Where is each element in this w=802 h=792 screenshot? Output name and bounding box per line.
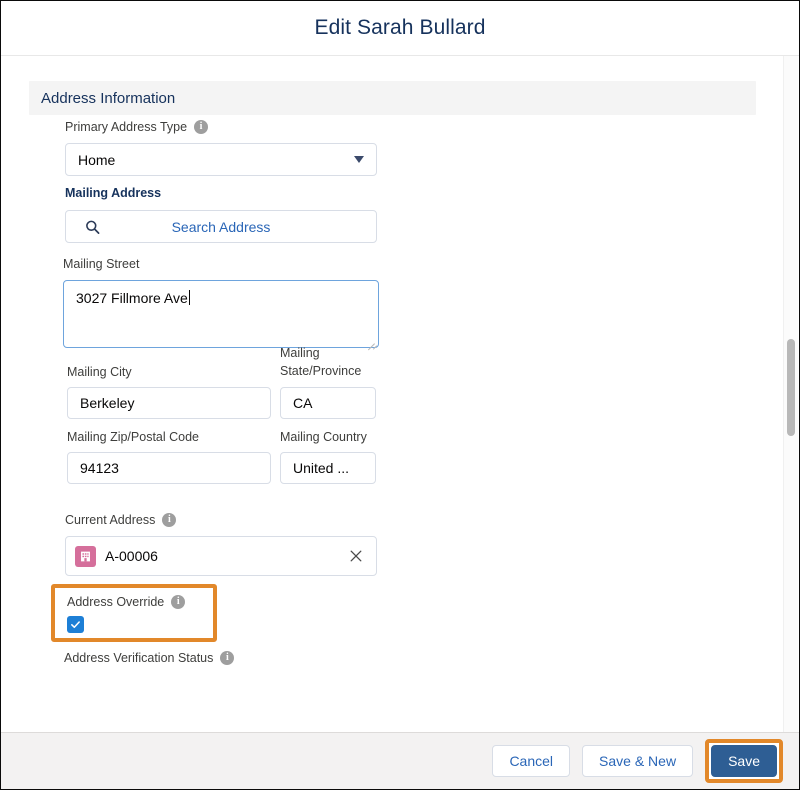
search-icon [85,219,100,234]
address-verification-status-label: Address Verification Status i [64,650,235,666]
address-verification-status-label-text: Address Verification Status [64,651,214,665]
primary-address-type-select[interactable]: Home [65,143,377,176]
primary-address-type-label: Primary Address Type i [65,119,377,135]
mailing-country-input[interactable]: United ... [280,452,376,484]
mailing-zip-label: Mailing Zip/Postal Code [67,429,271,445]
field-mailing-state: Mailing State/Province CA [280,344,376,419]
mailing-country-label: Mailing Country [280,429,376,445]
field-address-override: Address Override i [55,588,213,633]
info-icon[interactable]: i [220,651,235,665]
info-icon[interactable]: i [162,513,177,527]
mailing-state-label-line1: Mailing [280,346,320,360]
current-address-value: A-00006 [105,548,158,564]
info-icon[interactable]: i [194,120,209,134]
address-override-label-text: Address Override [67,595,165,609]
current-address-label: Current Address i [65,512,377,528]
field-mailing-city: Mailing City Berkeley [67,364,271,419]
search-address-label: Search Address [171,218,271,235]
page-title: Edit Sarah Bullard [314,16,486,39]
address-override-highlight: Address Override i [51,584,217,642]
mailing-city-label-text: Mailing City [67,365,132,379]
primary-address-type-label-text: Primary Address Type [65,120,188,134]
building-icon [75,545,96,567]
mailing-city-value: Berkeley [80,395,135,411]
mailing-street-label-text: Mailing Street [63,257,140,271]
vertical-scrollbar[interactable] [783,56,798,732]
text-cursor [188,290,190,305]
field-mailing-country: Mailing Country United ... [280,429,376,484]
field-mailing-street: Mailing Street 3027 Fillmore Ave [63,256,379,351]
field-address-verification-status: Address Verification Status i [64,650,235,666]
mailing-state-input[interactable]: CA [280,387,376,419]
modal-header: Edit Sarah Bullard [1,1,799,56]
mailing-street-value: 3027 Fillmore Ave [76,290,188,306]
info-icon[interactable]: i [171,595,186,609]
close-icon[interactable] [348,548,364,564]
section-title: Address Information [41,89,176,107]
mailing-country-value: United ... [293,460,350,476]
mailing-city-input[interactable]: Berkeley [67,387,271,419]
search-address-button[interactable]: Search Address [65,210,377,243]
modal-footer: Cancel Save & New Save [1,732,799,789]
field-primary-address-type: Primary Address Type i Home [65,119,377,176]
save-button[interactable]: Save [711,745,777,777]
mailing-zip-input[interactable]: 94123 [67,452,271,484]
edit-record-modal: Edit Sarah Bullard Address Information P… [0,0,800,790]
field-mailing-address-search: Mailing Address Search Address [65,185,377,243]
mailing-street-textarea[interactable]: 3027 Fillmore Ave [63,280,379,351]
primary-address-type-value: Home [78,151,116,168]
field-current-address: Current Address i A-00006 [65,512,377,576]
mailing-address-label-text: Mailing Address [65,186,162,200]
current-address-lookup[interactable]: A-00006 [65,536,377,576]
chevron-down-icon [354,156,364,163]
modal-body: Address Information Primary Address Type… [1,56,799,732]
mailing-city-label: Mailing City [67,364,271,380]
current-address-label-text: Current Address [65,513,156,527]
mailing-state-value: CA [293,395,313,411]
field-mailing-zip: Mailing Zip/Postal Code 94123 [67,429,271,484]
mailing-zip-label-text: Mailing Zip/Postal Code [67,430,200,444]
save-button-highlight: Save [705,739,783,783]
current-address-pill[interactable]: A-00006 [75,542,348,570]
address-override-label: Address Override i [67,594,213,610]
mailing-state-label: Mailing State/Province [280,344,376,380]
resize-handle-icon[interactable] [366,335,378,351]
save-and-new-button[interactable]: Save & New [582,745,694,777]
mailing-country-label-text: Mailing Country [280,430,367,444]
cancel-button[interactable]: Cancel [492,745,571,777]
mailing-street-label: Mailing Street [63,256,379,272]
address-override-checkbox[interactable] [67,616,84,633]
mailing-address-label: Mailing Address [65,185,377,201]
section-header-address-information[interactable]: Address Information [29,81,756,115]
mailing-zip-value: 94123 [80,460,119,476]
mailing-state-label-line2: State/Province [280,364,362,378]
scrollbar-thumb[interactable] [787,339,795,436]
